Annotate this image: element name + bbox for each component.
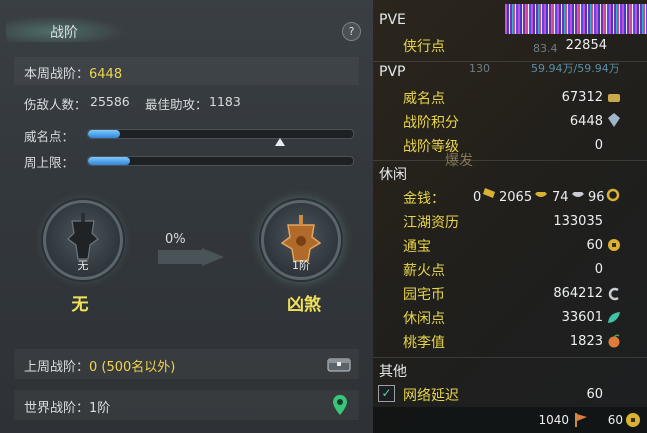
zhanjie-points-label: 战阶积分: [403, 115, 459, 131]
zhanjie-level-label: 战阶等级: [403, 139, 459, 155]
pvp-section-title: PVP: [379, 64, 406, 80]
glitched-ui-strip: [505, 4, 647, 34]
xinhuo-label: 薪火点: [403, 263, 445, 279]
next-rank-arrow-icon: [158, 248, 224, 266]
weiming-token-icon: [608, 94, 620, 102]
next-rank-name: 凶煞: [287, 295, 321, 315]
weekly-rank-value: 6448: [89, 67, 123, 82]
next-rank-medal[interactable]: 1阶: [261, 200, 341, 280]
last-week-rank-row: 上周战阶：0 (500名以外): [14, 349, 359, 379]
best-assist-label: 最佳助攻：: [145, 97, 208, 112]
overlay-number: 83.4: [533, 42, 558, 55]
money-label: 金钱：: [403, 191, 445, 207]
zhanjie-level-value: 0: [594, 138, 603, 153]
gold-boat-icon: [535, 192, 547, 197]
weekly-rank-row: 本周战阶：6448: [14, 57, 359, 85]
pve-section-title: PVE: [379, 12, 406, 28]
weiming-label: 威名点：: [24, 129, 75, 144]
overlay-level: 130: [469, 62, 490, 75]
world-rank-row: 世界战阶：1阶: [14, 390, 359, 420]
yuanzhai-label: 园宅币: [403, 287, 445, 303]
weekly-cap-label: 周上限：: [24, 155, 75, 170]
money-silver-value: 2065: [499, 190, 533, 205]
panel-title: 战阶: [50, 25, 78, 41]
rank-progress-percent: 0%: [165, 232, 186, 247]
weekly-cap-progress-fill: [88, 157, 131, 165]
hurt-count-label: 伤敌人数：: [24, 97, 87, 112]
weiming-points-label: 威名点: [403, 91, 445, 107]
yuanzhai-value: 864212: [553, 286, 603, 301]
weekly-cap-marker-icon: [275, 138, 286, 146]
weiming-progress-fill: [88, 130, 120, 138]
weiming-points-value: 67312: [561, 90, 603, 105]
weekly-rank-label: 本周战阶：: [24, 67, 90, 82]
panel-header: 战阶 ?: [0, 10, 373, 44]
last-week-rank-value: 0 (500名以外): [89, 360, 176, 375]
xiaxing-value: 22854: [565, 38, 607, 53]
current-rank-level: 无: [77, 259, 89, 272]
xiuxian-value: 33601: [561, 310, 603, 325]
current-rank-medal[interactable]: 无: [43, 200, 123, 280]
latency-checkbox[interactable]: ✓: [378, 385, 395, 402]
xiuxian-label: 休闲点: [403, 311, 445, 327]
tongbao-footer-coin-icon: [626, 413, 640, 427]
latency-label: 网络延迟: [403, 388, 459, 404]
money-gold-value: 0: [473, 190, 482, 205]
location-pin-icon[interactable]: [333, 395, 347, 415]
jianghu-value: 133035: [553, 214, 603, 229]
xinhuo-value: 0: [594, 262, 603, 277]
jianghu-label: 江湖资历: [403, 215, 459, 231]
taoli-value: 1823: [569, 334, 603, 349]
latency-value: 60: [586, 387, 603, 402]
world-rank-label: 世界战阶：: [24, 401, 90, 416]
copper-coin-icon: [606, 188, 620, 202]
other-section-title: 其他: [379, 364, 407, 380]
footer-right-value: 60: [607, 413, 623, 427]
gold-ingot-icon: [483, 188, 495, 198]
weiming-progress-bar: [87, 129, 354, 139]
money-copper2-value: 96: [588, 190, 605, 205]
peach-icon: [608, 334, 620, 348]
next-rank-level: 1阶: [292, 259, 310, 272]
flag-icon: [575, 413, 587, 427]
help-icon[interactable]: ?: [342, 22, 361, 41]
overlay-hp-text: 59.94万/59.94万: [531, 62, 620, 75]
last-week-rank-label: 上周战阶：: [24, 360, 90, 375]
footer-left-value: 1040: [538, 413, 569, 427]
zhanjie-points-value: 6448: [569, 114, 603, 129]
house-coin-icon: [608, 287, 619, 301]
leisure-section-title: 休闲: [379, 167, 407, 183]
crystal-icon: [608, 113, 620, 127]
taoli-label: 桃李值: [403, 335, 445, 351]
tongbao-value: 60: [586, 238, 603, 253]
battle-rank-panel: 战阶 ? 本周战阶：6448 伤敌人数： 25586 最佳助攻： 1183 威名…: [0, 0, 373, 433]
current-rank-name: 无: [71, 295, 89, 315]
hurt-count-value: 25586: [90, 94, 130, 109]
best-assist-value: 1183: [209, 94, 241, 109]
tongbao-coin-icon: [608, 239, 620, 251]
xiaxing-label: 侠行点: [403, 39, 445, 55]
weekly-cap-progress-bar: [87, 156, 354, 166]
world-rank-value: 1阶: [89, 401, 111, 416]
money-copper1-value: 74: [552, 190, 569, 205]
tongbao-label: 通宝: [403, 239, 431, 255]
silver-boat-icon: [572, 192, 584, 197]
chest-icon[interactable]: [327, 355, 351, 373]
currency-panel: 83.4 59.94万/59.94万 130 爆发 PVE 侠行点 22854 …: [373, 0, 647, 433]
leaf-icon: [608, 312, 620, 323]
status-footer: 1040 60: [373, 407, 647, 433]
